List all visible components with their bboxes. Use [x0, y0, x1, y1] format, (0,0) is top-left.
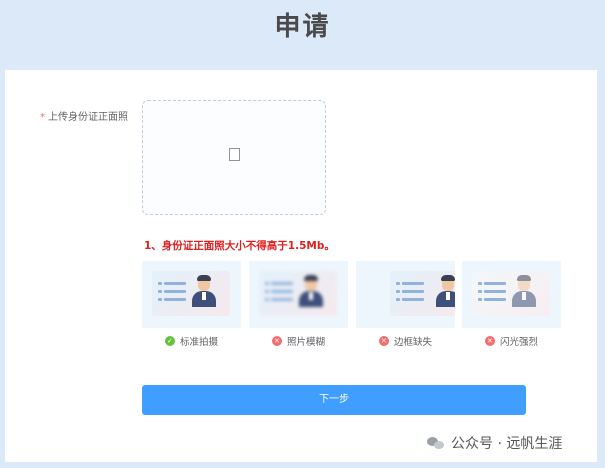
upload-label-text: 上传身份证正面照 [48, 112, 128, 123]
required-mark: * [40, 112, 45, 123]
sample-standard: ✓ 标准拍摄 [142, 261, 241, 348]
person-icon [190, 275, 218, 307]
image-placeholder-icon [229, 148, 240, 161]
sample-image [356, 261, 455, 328]
sample-caption: 边框缺失 [393, 337, 432, 348]
check-icon: ✓ [164, 336, 175, 346]
sample-caption: 标准拍摄 [179, 337, 218, 348]
sample-caption: 闪光强烈 [499, 337, 538, 348]
page-title: 申请 [274, 12, 331, 42]
size-warning: 1、身份证正面照大小不得高于1.5Mb。 [144, 240, 335, 252]
sample-image [462, 261, 561, 328]
sample-image [249, 261, 348, 328]
watermark-text: 公众号 · 远帆生涯 [451, 436, 563, 452]
person-icon [297, 275, 325, 307]
sample-caption: 照片模糊 [286, 337, 325, 348]
cross-icon: ✕ [484, 336, 495, 346]
upload-label: * 上传身份证正面照 [40, 108, 128, 123]
wechat-icon [427, 436, 445, 450]
person-icon [510, 275, 538, 307]
person-icon [434, 275, 455, 307]
sample-flash: ✕ 闪光强烈 [462, 261, 561, 348]
next-step-button[interactable]: 下一步 [142, 385, 526, 415]
id-front-uploader[interactable] [142, 100, 326, 215]
watermark: 公众号 · 远帆生涯 [427, 433, 562, 453]
sample-image [142, 261, 241, 328]
page: 申请 * 上传身份证正面照 1、身份证正面照大小不得高于1.5Mb。 ✓ 标准拍摄 [0, 0, 605, 468]
cross-icon: ✕ [271, 336, 282, 346]
sample-edge-missing: ✕ 边框缺失 [356, 261, 455, 348]
cross-icon: ✕ [378, 336, 389, 346]
sample-blurry: ✕ 照片模糊 [249, 261, 348, 348]
